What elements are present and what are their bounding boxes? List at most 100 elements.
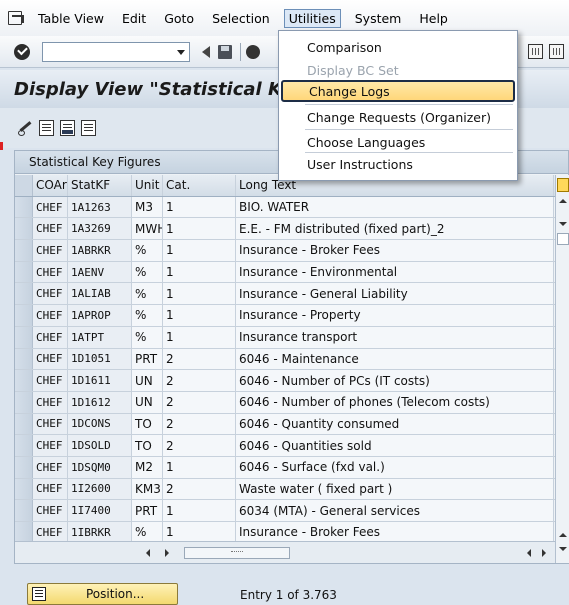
scroll-left-icon-2[interactable] xyxy=(527,549,531,557)
cell-coar[interactable]: CHEF xyxy=(33,500,68,521)
cell-coar[interactable]: CHEF xyxy=(33,283,68,305)
cell-coar[interactable]: CHEF xyxy=(33,218,68,240)
row-selector[interactable] xyxy=(15,196,33,218)
column-header-unit[interactable]: Unit xyxy=(132,175,163,196)
row-selector[interactable] xyxy=(15,348,33,370)
cell-statkf[interactable]: 1I2600 xyxy=(68,478,132,500)
menu-help[interactable]: Help xyxy=(415,9,452,28)
table-row[interactable]: CHEF 1D1612 UN 2 6046 - Number of phones (Te… xyxy=(15,391,555,414)
menu-item-choose-languages[interactable]: Choose Languages xyxy=(281,131,515,153)
table-row[interactable]: CHEF 1ABRKR% 1 Insurance - Broker Fees xyxy=(15,240,555,262)
table-row[interactable]: CHEF 1I7400 PRT 1 6034 (MTA) - General servi… xyxy=(15,500,555,522)
cell-statkf[interactable]: 1DSOLD xyxy=(68,435,132,456)
cell-long-text[interactable]: 6046 - Maintenance xyxy=(236,348,554,370)
cell-long-text[interactable]: 6046 - Quantities sold xyxy=(236,435,554,456)
cell-long-text[interactable]: 6034 (MTA) - General services xyxy=(236,500,554,521)
menu-item-change-logs[interactable]: Change Logs xyxy=(281,80,515,102)
cell-coar[interactable]: CHEF xyxy=(33,348,68,370)
cell-unit[interactable]: UN xyxy=(132,391,163,413)
cell-long-text[interactable]: 6046 - Quantity consumed xyxy=(236,413,554,435)
cell-unit[interactable]: TO xyxy=(132,413,163,435)
column-settings-icon[interactable] xyxy=(557,178,569,192)
cell-coar[interactable]: CHEF xyxy=(33,240,68,261)
cell-cat[interactable]: 1 xyxy=(163,305,236,326)
row-selector[interactable] xyxy=(15,240,33,261)
cell-coar[interactable]: CHEF xyxy=(33,305,68,326)
cell-unit[interactable]: % xyxy=(132,305,163,326)
cell-unit[interactable]: % xyxy=(132,283,163,305)
chevron-down-icon[interactable] xyxy=(177,49,185,55)
cell-cat[interactable]: 2 xyxy=(163,348,236,370)
cell-coar[interactable]: CHEF xyxy=(33,196,68,218)
cell-long-text[interactable]: Insurance - General Liability xyxy=(236,283,554,305)
table-row[interactable]: CHEF 1DSOLD TO 2 6046 - Quantities sold xyxy=(15,435,555,457)
row-selector[interactable] xyxy=(15,283,33,305)
cell-long-text[interactable]: Insurance - Property xyxy=(236,305,554,326)
cell-statkf[interactable]: 1ABRKR xyxy=(68,240,132,261)
table-row[interactable]: CHEF 1DCONS TO 2 6046 - Quantity consumed xyxy=(15,413,555,436)
row-selector[interactable] xyxy=(15,435,33,456)
row-selector[interactable] xyxy=(15,413,33,435)
cell-statkf[interactable]: 1D1612 xyxy=(68,391,132,413)
cell-statkf[interactable]: 1A3269 xyxy=(68,218,132,240)
cell-coar[interactable]: CHEF xyxy=(33,478,68,500)
menu-edit[interactable]: Edit xyxy=(118,9,150,28)
command-input[interactable] xyxy=(43,42,167,61)
cell-cat[interactable]: 1 xyxy=(163,522,236,543)
deselect-all-icon[interactable] xyxy=(81,120,96,136)
menu-item-change-requests-organizer[interactable]: Change Requests (Organizer) xyxy=(281,106,515,128)
cell-unit[interactable]: M3 xyxy=(132,196,163,218)
column-header-statkf[interactable]: StatKF xyxy=(68,175,132,196)
scroll-grip[interactable] xyxy=(231,551,243,555)
cell-statkf[interactable]: 1DSQM0 xyxy=(68,456,132,478)
scroll-down-icon[interactable] xyxy=(559,222,567,226)
row-selector[interactable] xyxy=(15,522,33,543)
select-all-icon[interactable] xyxy=(39,120,54,136)
table-row[interactable]: CHEF 1DSQM0 M2 1 6046 - Surface (fxd val.) xyxy=(15,456,555,479)
menu-item-comparison[interactable]: Comparison xyxy=(281,36,515,58)
row-selector[interactable] xyxy=(15,370,33,391)
cell-coar[interactable]: CHEF xyxy=(33,435,68,456)
select-all-cell[interactable] xyxy=(15,175,33,196)
row-selector[interactable] xyxy=(15,305,33,326)
row-selector[interactable] xyxy=(15,261,33,283)
cell-cat[interactable]: 1 xyxy=(163,240,236,261)
cell-cat[interactable]: 1 xyxy=(163,218,236,240)
cell-coar[interactable]: CHEF xyxy=(33,370,68,391)
row-selector[interactable] xyxy=(15,500,33,521)
table-row[interactable]: CHEF 1AENV% 1 Insurance - Environmental xyxy=(15,261,555,284)
select-block-icon[interactable] xyxy=(60,120,75,136)
vertical-scrollbar[interactable] xyxy=(555,175,569,563)
column-header-cat[interactable]: Cat. xyxy=(163,175,236,196)
cell-coar[interactable]: CHEF xyxy=(33,326,68,348)
column-header-coar[interactable]: COAr xyxy=(33,175,68,196)
scroll-page-up-icon[interactable] xyxy=(559,533,567,537)
cell-cat[interactable]: 1 xyxy=(163,283,236,305)
scroll-up-icon[interactable] xyxy=(559,199,567,203)
cell-cat[interactable]: 1 xyxy=(163,261,236,283)
cell-unit[interactable]: PRT xyxy=(132,348,163,370)
table-row[interactable]: CHEF1A3269MWH1E.E. - FM distributed (fix… xyxy=(15,218,555,241)
table-row[interactable]: CHEF 1APROP% 1 Insurance - Property xyxy=(15,305,555,327)
cell-cat[interactable]: 2 xyxy=(163,370,236,391)
cell-cat[interactable]: 1 xyxy=(163,456,236,478)
cell-statkf[interactable]: 1APROP xyxy=(68,305,132,326)
cell-coar[interactable]: CHEF xyxy=(33,391,68,413)
cell-statkf[interactable]: 1A1263 xyxy=(68,196,132,218)
menu-item-user-instructions[interactable]: User Instructions xyxy=(281,153,515,175)
table-row[interactable]: CHEF 1ATPT% 1 Insurance transport xyxy=(15,326,555,349)
cell-unit[interactable]: UN xyxy=(132,370,163,391)
scroll-track[interactable] xyxy=(184,547,290,559)
new-window-icon[interactable] xyxy=(549,44,564,59)
cell-long-text[interactable]: BIO. WATER xyxy=(236,196,554,218)
back-icon[interactable] xyxy=(202,45,210,58)
row-selector[interactable] xyxy=(15,326,33,348)
position-button[interactable]: Position... xyxy=(27,583,178,605)
menu-table-view[interactable]: Table View xyxy=(34,9,108,28)
layout-grid-icon[interactable] xyxy=(528,44,543,59)
scroll-page-down-icon[interactable] xyxy=(559,547,567,551)
cell-unit[interactable]: MWH xyxy=(132,218,163,240)
cell-coar[interactable]: CHEF xyxy=(33,522,68,543)
cell-cat[interactable]: 2 xyxy=(163,413,236,435)
scroll-thumb[interactable] xyxy=(557,233,569,245)
